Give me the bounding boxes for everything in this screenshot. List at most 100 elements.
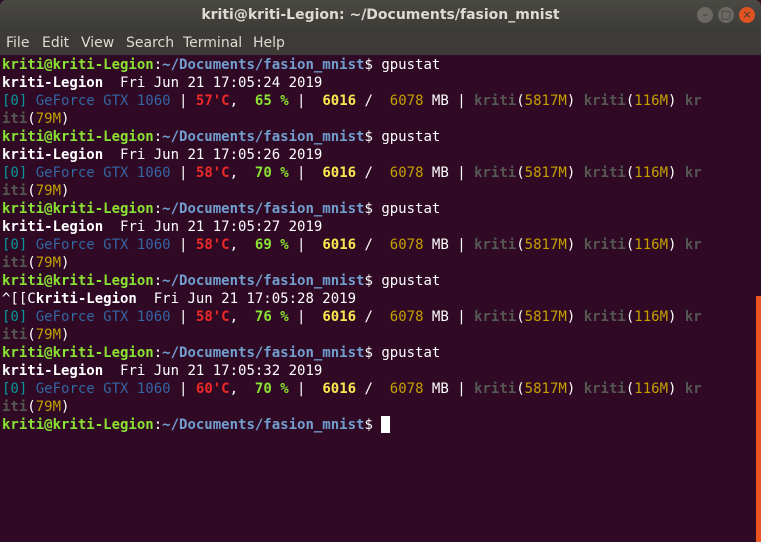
process-memory: 79M bbox=[35, 399, 62, 415]
separator: | bbox=[170, 237, 196, 253]
process-user: kriti bbox=[583, 93, 626, 109]
command-text: gpustat bbox=[372, 273, 441, 289]
command-text: gpustat bbox=[372, 129, 441, 145]
gpu-status-line: [0] GeForce GTX 1060 | 60'C, 70 % | 6016… bbox=[2, 380, 746, 398]
scrollbar[interactable] bbox=[756, 296, 761, 542]
separator: | bbox=[288, 237, 323, 253]
gpu-name: GeForce GTX 1060 bbox=[35, 309, 171, 325]
maximize-button[interactable]: □ bbox=[718, 7, 734, 23]
prompt-user-host: kriti@kriti-Legion bbox=[2, 345, 154, 361]
title-bar[interactable]: kriti@kriti-Legion: ~/Documents/fasion_m… bbox=[0, 0, 761, 31]
paren: ) bbox=[61, 183, 70, 199]
paren: ) bbox=[668, 237, 685, 253]
gpu-utilization: 65 % bbox=[254, 93, 289, 109]
gpu-temperature: 58'C bbox=[195, 237, 230, 253]
menu-help[interactable]: Help bbox=[253, 31, 285, 55]
separator: | bbox=[170, 165, 196, 181]
separator: / bbox=[356, 381, 390, 397]
paren: ) bbox=[668, 309, 685, 325]
paren: ( bbox=[516, 381, 525, 397]
prompt-colon: : bbox=[153, 273, 163, 289]
terminal-output[interactable]: kriti@kriti-Legion:~/Documents/fasion_mn… bbox=[2, 56, 746, 434]
gpu-index: [0] bbox=[2, 381, 28, 397]
separator: | bbox=[288, 309, 323, 325]
text-cursor bbox=[381, 416, 391, 433]
menu-search[interactable]: Search bbox=[126, 31, 174, 55]
prompt-dollar: $ bbox=[364, 273, 373, 289]
separator: , bbox=[229, 381, 255, 397]
memory-used: 6016 bbox=[322, 165, 357, 181]
gpustat-header: kriti-Legion Fri Jun 21 17:05:32 2019 bbox=[2, 362, 746, 380]
minimize-button[interactable]: – bbox=[697, 7, 713, 23]
close-button[interactable]: × bbox=[739, 7, 755, 23]
gpu-name: GeForce GTX 1060 bbox=[35, 381, 171, 397]
paren: ) bbox=[61, 327, 70, 343]
prompt-colon: : bbox=[153, 417, 163, 433]
prompt-dollar: $ bbox=[364, 417, 373, 433]
paren: ) bbox=[566, 93, 584, 109]
process-user: kriti bbox=[474, 165, 517, 181]
gpu-status-line: [0] GeForce GTX 1060 | 58'C, 70 % | 6016… bbox=[2, 164, 746, 182]
paren: ( bbox=[516, 309, 525, 325]
process-memory: 116M bbox=[634, 165, 668, 181]
memory-used: 6016 bbox=[322, 237, 357, 253]
process-user-wrapped: iti bbox=[2, 327, 28, 343]
process-user: kriti bbox=[474, 309, 517, 325]
separator: | bbox=[170, 93, 196, 109]
gpu-utilization: 70 % bbox=[254, 381, 289, 397]
memory-unit: MB | bbox=[423, 309, 475, 325]
prompt-user-host: kriti@kriti-Legion bbox=[2, 417, 154, 433]
separator: , bbox=[229, 237, 255, 253]
paren: ( bbox=[27, 327, 36, 343]
memory-used: 6016 bbox=[322, 93, 357, 109]
prompt-line: kriti@kriti-Legion:~/Documents/fasion_mn… bbox=[2, 200, 746, 218]
gpu-temperature: 57'C bbox=[195, 93, 230, 109]
menu-file[interactable]: File bbox=[6, 31, 29, 55]
process-user-wrapped: kr bbox=[684, 309, 702, 325]
timestamp: Fri Jun 21 17:05:26 2019 bbox=[103, 147, 323, 163]
paren: ( bbox=[27, 183, 36, 199]
process-memory: 79M bbox=[35, 255, 62, 271]
gpu-status-wrap: iti(79M) bbox=[2, 110, 746, 128]
process-user: kriti bbox=[474, 237, 517, 253]
escape-sequence: ^[[C bbox=[2, 291, 36, 307]
menu-terminal[interactable]: Terminal bbox=[183, 31, 242, 55]
terminal-window: kriti@kriti-Legion: ~/Documents/fasion_m… bbox=[0, 0, 761, 542]
separator: | bbox=[170, 381, 196, 397]
prompt-user-host: kriti@kriti-Legion bbox=[2, 57, 154, 73]
gpu-status-wrap: iti(79M) bbox=[2, 398, 746, 416]
prompt-path: ~/Documents/fasion_mnist bbox=[162, 273, 365, 289]
process-user-wrapped: iti bbox=[2, 399, 28, 415]
process-user-wrapped: iti bbox=[2, 255, 28, 271]
paren: ( bbox=[516, 237, 525, 253]
process-memory: 5817M bbox=[524, 237, 567, 253]
paren: ) bbox=[566, 381, 584, 397]
hostname: kriti-Legion bbox=[2, 147, 104, 163]
memory-total: 6078 bbox=[389, 237, 424, 253]
separator: / bbox=[356, 309, 390, 325]
paren: ( bbox=[27, 111, 36, 127]
prompt-dollar: $ bbox=[364, 345, 373, 361]
menu-edit[interactable]: Edit bbox=[42, 31, 69, 55]
separator: / bbox=[356, 237, 390, 253]
prompt-user-host: kriti@kriti-Legion bbox=[2, 273, 154, 289]
memory-total: 6078 bbox=[389, 165, 424, 181]
gpu-name: GeForce GTX 1060 bbox=[35, 237, 171, 253]
process-memory: 116M bbox=[634, 237, 668, 253]
process-memory: 116M bbox=[634, 381, 668, 397]
gpu-status-wrap: iti(79M) bbox=[2, 182, 746, 200]
separator: | bbox=[288, 165, 323, 181]
prompt-line: kriti@kriti-Legion:~/Documents/fasion_mn… bbox=[2, 56, 746, 74]
menu-view[interactable]: View bbox=[81, 31, 114, 55]
gpustat-header: ^[[Ckriti-Legion Fri Jun 21 17:05:28 201… bbox=[2, 290, 746, 308]
process-user: kriti bbox=[583, 381, 626, 397]
paren: ) bbox=[566, 237, 584, 253]
paren: ) bbox=[668, 165, 685, 181]
process-user-wrapped: kr bbox=[684, 165, 702, 181]
process-memory: 5817M bbox=[524, 381, 567, 397]
process-memory: 116M bbox=[634, 309, 668, 325]
gpustat-header: kriti-Legion Fri Jun 21 17:05:24 2019 bbox=[2, 74, 746, 92]
